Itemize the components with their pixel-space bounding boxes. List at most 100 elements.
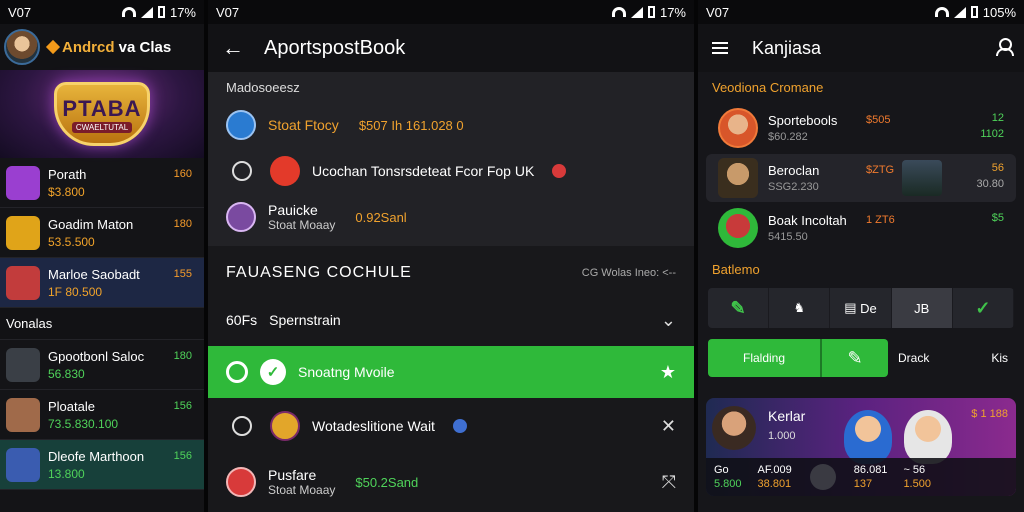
stat-cell[interactable]: ~ 56 1.500 <box>895 464 939 490</box>
sport-row[interactable]: 60Fs Spernstrain ⌄ <box>208 294 694 346</box>
status-bar: V07 17% <box>0 0 204 24</box>
status-time: V07 <box>706 4 730 20</box>
stat-cell[interactable]: 86.081 137 <box>846 464 896 490</box>
player-avatar <box>712 406 756 450</box>
expand-icon[interactable]: ⤧ <box>662 472 676 493</box>
back-arrow-icon[interactable]: ← <box>222 35 244 61</box>
leaf-icon[interactable] <box>809 464 836 490</box>
match-card[interactable]: Beroclan SSG2.230 $ZTG 56 30.80 <box>706 154 1016 202</box>
star-icon[interactable]: ★ <box>660 362 676 383</box>
player-avatar <box>718 158 758 198</box>
list-item[interactable]: Ploatale 73.5.830.100 156 <box>0 390 204 440</box>
radio-button[interactable] <box>232 161 252 181</box>
tab-document[interactable]: ▤ De <box>830 288 892 328</box>
list-item[interactable]: Pauicke Stoat Moaay 0.92Sanl <box>208 194 694 240</box>
promo-odds[interactable]: $ 1 188 <box>971 408 1008 420</box>
match-odds[interactable]: $505 <box>866 114 890 126</box>
promo-title: Kerlar <box>768 408 806 424</box>
event-thumbnail <box>6 447 40 482</box>
radio-button[interactable] <box>226 361 248 383</box>
odds-value: 56 <box>991 162 1004 174</box>
promo-stats: Go 5.800 AF.009 38.801 86.081 137 ~ 56 1.500 <box>706 458 1016 496</box>
odds-value: $5 <box>991 212 1004 224</box>
status-bar: V07 17% <box>208 0 694 24</box>
list-item[interactable]: Stoat Ftocy $507 Ih 161.028 0 <box>208 102 694 148</box>
flag-icon <box>552 164 567 178</box>
status-time: V07 <box>8 4 32 20</box>
wifi-icon <box>611 7 626 17</box>
match-card[interactable]: Boak Incoltah 5415.50 1 ZT6 $5 <box>706 204 1016 252</box>
tab-selected[interactable]: JB <box>891 288 953 328</box>
radio-button[interactable] <box>232 416 252 436</box>
list-item[interactable]: Wotadeslitione Wait ✕ <box>208 398 694 454</box>
chevron-down-icon[interactable]: ⌄ <box>661 310 676 331</box>
list-item[interactable]: Gpootbonl Saloc 56.830 180 <box>0 340 204 390</box>
promo-banner[interactable]: PTABA CWAELTUTAL <box>0 70 204 158</box>
section-title: Batlemo <box>712 261 760 277</box>
action-label-right[interactable]: Kis <box>991 351 1008 365</box>
stat-cell[interactable]: Go 5.800 <box>706 464 750 490</box>
close-icon[interactable]: ✕ <box>661 416 676 437</box>
stat-cell[interactable]: AF.009 38.801 <box>750 464 800 490</box>
tab-check[interactable]: ✓ <box>953 288 1014 328</box>
team-logo-icon <box>226 202 256 232</box>
stat-top: 86.081 <box>853 464 888 476</box>
list-item[interactable]: Ucochan Tonsrsdeteat Fcor Fop UK <box>208 148 694 194</box>
check-icon: ✓ <box>975 297 991 318</box>
team-logo-icon <box>270 156 300 186</box>
edit-button[interactable]: ✎ <box>822 339 888 377</box>
section-title: FAUASENG COCHULE <box>226 264 412 281</box>
event-amount: $3.800 <box>48 184 85 199</box>
primary-button[interactable]: Flalding <box>708 339 822 377</box>
event-odds[interactable]: 180 <box>174 350 192 362</box>
menu-icon[interactable] <box>712 42 728 54</box>
match-odds[interactable]: 1 ZT6 <box>866 214 895 226</box>
signal-icon <box>630 6 643 18</box>
event-odds[interactable]: 155 <box>174 268 192 280</box>
sport-tabs: ✎ ♞ ▤ De JB ✓ <box>708 288 1014 328</box>
item-label: Pauicke <box>268 202 318 218</box>
list-item[interactable]: Porath $3.800 160 <box>0 158 204 208</box>
event-amount: 73.5.830.100 <box>48 416 119 431</box>
match-sub: SSG2.230 <box>768 181 819 193</box>
check-icon: ✓ <box>260 359 286 385</box>
item-sublabel: Stoat Moaay <box>268 483 336 497</box>
tab-horse[interactable]: ♞ <box>769 288 831 328</box>
wifi-icon <box>934 7 949 17</box>
status-time: V07 <box>216 4 240 20</box>
action-bar: Flalding ✎ Drack Kis <box>708 338 1014 378</box>
match-name: Sportebools <box>768 113 838 128</box>
event-odds[interactable]: 156 <box>174 450 192 462</box>
tab-pencil[interactable]: ✎ <box>708 288 770 328</box>
event-amount: 53.5.500 <box>48 234 95 249</box>
selection-panel: Madosoeesz Stoat Ftocy $507 Ih 161.028 0… <box>208 72 694 246</box>
match-odds-right[interactable]: 12 1102 <box>980 112 1004 140</box>
stat-low: 5.800 <box>714 478 742 490</box>
action-label[interactable]: Drack <box>898 351 929 365</box>
list-item[interactable]: Goadim Maton 53.5.500 180 <box>0 208 204 258</box>
signal-icon <box>953 6 966 18</box>
wifi-icon <box>121 7 136 17</box>
event-odds[interactable]: 180 <box>174 218 192 230</box>
promo-card[interactable]: Kerlar 1.000 $ 1 188 Go 5.800 AF.009 38.80… <box>706 398 1016 496</box>
event-odds[interactable]: 160 <box>174 168 192 180</box>
list-item[interactable]: Marloe Saobadt 1F 80.500 155 <box>0 258 204 308</box>
event-thumbnail <box>6 215 40 250</box>
match-odds-right[interactable]: 56 30.80 <box>976 162 1004 190</box>
list-item[interactable]: Pusfare Stoat Moaay $50.2Sand ⤧ <box>208 454 694 510</box>
section-title: Vonalas <box>0 308 204 340</box>
signal-icon <box>140 6 153 18</box>
match-odds[interactable]: $ZTG <box>866 164 894 176</box>
battery-icon <box>970 6 978 18</box>
app-header: Kanjiasa <box>698 24 1024 72</box>
event-thumbnail <box>6 165 40 200</box>
user-icon[interactable] <box>996 38 1014 56</box>
match-card[interactable]: Sportebools $60.282 $505 12 1102 <box>706 104 1016 152</box>
section-meta[interactable]: CG Wolas Ineo: <-- <box>582 267 676 279</box>
avatar[interactable] <box>4 29 40 65</box>
event-odds[interactable]: 156 <box>174 400 192 412</box>
match-odds-right[interactable]: $5 <box>992 212 1004 224</box>
selected-row[interactable]: ✓ Snoatng Mvoile ★ <box>208 346 694 398</box>
list-item[interactable]: Dleofe Marthoon 13.800 156 <box>0 440 204 490</box>
tab-label: JB <box>914 300 930 316</box>
